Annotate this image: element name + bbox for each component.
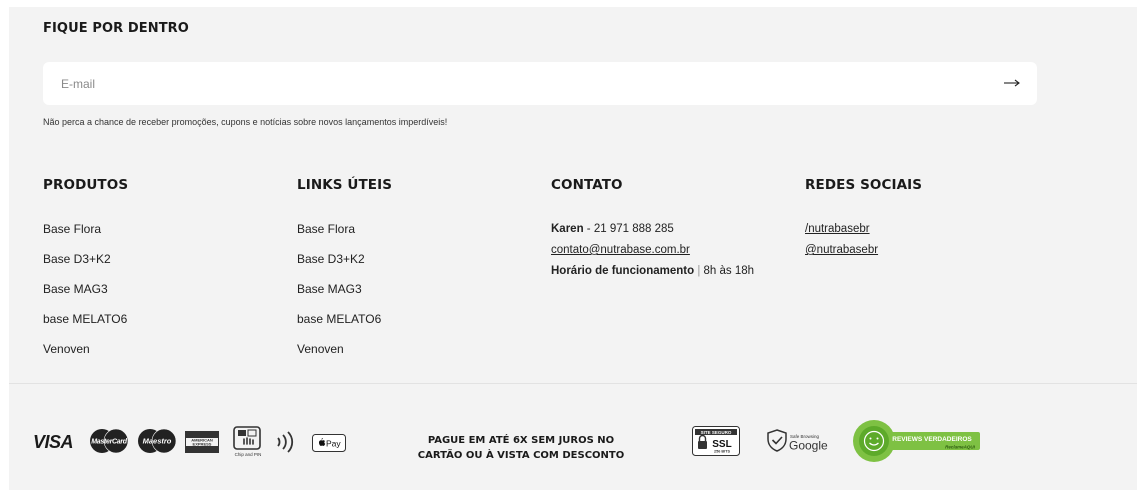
google-safe-browsing-seal-icon: Safe Browsing Google [765,426,835,456]
newsletter-note: Não perca a chance de receber promoções,… [43,117,448,127]
payment-terms-text: PAGUE EM ATÉ 6X SEM JUROS NO CARTÃO OU À… [401,433,641,463]
svg-text:Maestro: Maestro [143,437,172,446]
svg-text:256 BITS: 256 BITS [714,450,731,454]
redes-list: /nutrabasebr @nutrabasebr [805,222,878,264]
arrow-right-icon [1004,79,1020,87]
svg-text:ReclameAQUI: ReclameAQUI [945,445,976,450]
contactless-icon [275,430,297,454]
contact-email-link[interactable]: contato@nutrabase.com.br [551,243,754,264]
svg-text:REVIEWS VERDADEIROS: REVIEWS VERDADEIROS [892,436,972,443]
svg-text:SSL: SSL [712,439,731,450]
chip-and-pin-icon: Chip and PIN [231,426,265,458]
svg-text:Pay: Pay [326,439,341,449]
ssl-seal-icon: SITE SEGURO SSL 256 BITS [692,426,740,456]
links-link-base-melato6[interactable]: base MELATO6 [297,312,381,342]
links-link-base-flora[interactable]: Base Flora [297,222,381,252]
newsletter-title: FIQUE POR DENTRO [43,21,189,36]
hours-label: Horário de funcionamento [551,265,695,277]
produtos-link-base-d3k2[interactable]: Base D3+K2 [43,252,127,282]
contato-list: Karen - 21 971 888 285 contato@nutrabase… [551,222,754,285]
produtos-title: PRODUTOS [43,177,129,193]
produtos-list: Base Flora Base D3+K2 Base MAG3 base MEL… [43,222,127,372]
hours-value: 8h às 18h [703,265,755,277]
redes-title: REDES SOCIAIS [805,177,923,193]
svg-text:MasterCard: MasterCard [91,439,128,446]
svg-text:Google: Google [789,439,828,453]
email-input[interactable] [43,62,1037,105]
submit-arrow-button[interactable] [1001,73,1023,93]
svg-text:EXPRESS: EXPRESS [193,442,212,447]
contato-title: CONTATO [551,177,623,193]
svg-text:VISA: VISA [33,432,73,452]
svg-text:SITE SEGURO: SITE SEGURO [701,430,732,435]
links-title: LINKS ÚTEIS [297,177,393,193]
mastercard-icon: MasterCard [89,428,129,454]
links-list: Base Flora Base D3+K2 Base MAG3 base MEL… [297,222,381,372]
produtos-link-venoven[interactable]: Venoven [43,342,127,372]
links-link-base-mag3[interactable]: Base MAG3 [297,282,381,312]
contact-hours-line: Horário de funcionamento | 8h às 18h [551,264,754,285]
produtos-link-base-melato6[interactable]: base MELATO6 [43,312,127,342]
produtos-link-base-flora[interactable]: Base Flora [43,222,127,252]
newsletter-form [43,62,1037,105]
payment-terms-line2: CARTÃO OU À VISTA COM DESCONTO [417,450,625,461]
contact-phone-line: Karen - 21 971 888 285 [551,222,754,243]
produtos-column: PRODUTOS Base Flora Base D3+K2 Base MAG3… [43,177,129,356]
apple-pay-icon: Pay [312,434,346,452]
links-link-base-d3k2[interactable]: Base D3+K2 [297,252,381,282]
contact-phone: - 21 971 888 285 [583,223,674,235]
reclame-aqui-seal-icon: REVIEWS VERDADEIROS ReclameAQUI [852,419,982,463]
amex-icon: AMERICAN EXPRESS [185,431,219,453]
hours-separator: | [694,265,704,277]
svg-text:Chip and PIN: Chip and PIN [235,452,262,457]
footer-divider [9,383,1137,384]
redes-column: REDES SOCIAIS /nutrabasebr @nutrabasebr [805,177,923,256]
links-link-venoven[interactable]: Venoven [297,342,381,372]
contato-column: CONTATO Karen - 21 971 888 285 contato@n… [551,177,754,277]
social-link-instagram[interactable]: @nutrabasebr [805,243,878,264]
maestro-icon: Maestro [137,428,177,454]
produtos-link-base-mag3[interactable]: Base MAG3 [43,282,127,312]
visa-icon: VISA [33,431,79,453]
contact-name: Karen [551,223,584,235]
social-link-facebook[interactable]: /nutrabasebr [805,222,878,243]
links-column: LINKS ÚTEIS Base Flora Base D3+K2 Base M… [297,177,393,356]
footer: FIQUE POR DENTRO Não perca a chance de r… [9,7,1137,490]
payment-terms-line1: PAGUE EM ATÉ 6X SEM JUROS NO [427,435,615,446]
